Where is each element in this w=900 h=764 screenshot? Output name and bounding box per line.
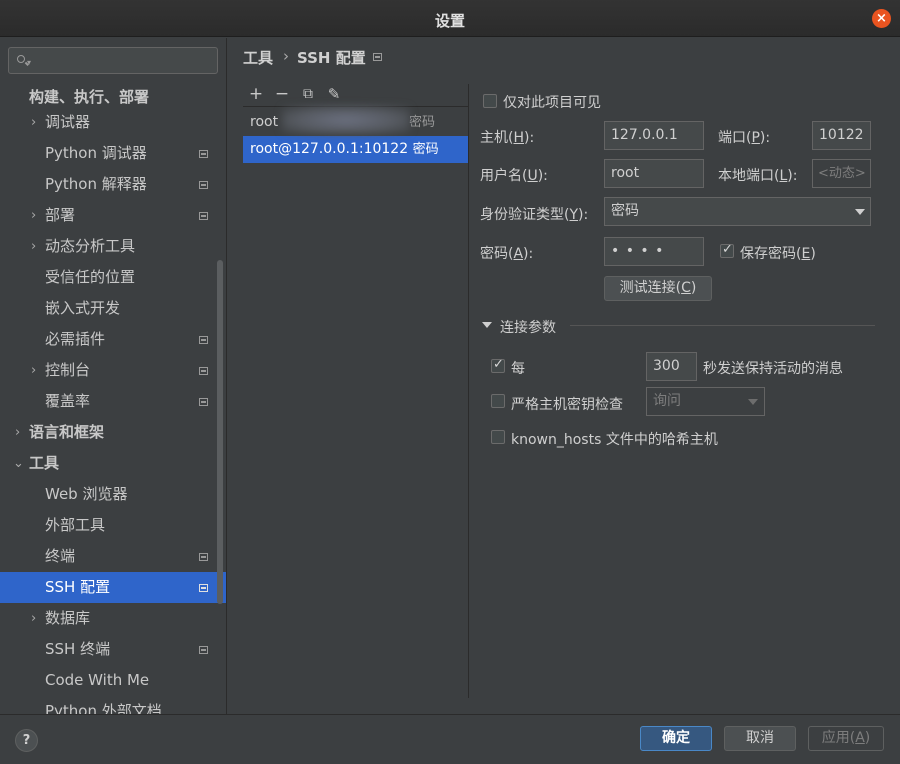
chevron-right-icon: › — [31, 115, 37, 130]
connection-section-title[interactable]: 连接参数 — [500, 317, 556, 337]
chevron-right-icon: › — [15, 425, 21, 440]
strict-host-key-label: 严格主机密钥检查 — [511, 397, 623, 413]
project-scope-icon — [199, 646, 208, 654]
help-button[interactable]: ? — [15, 729, 38, 752]
sidebar-item-python-interpreter[interactable]: Python 解释器 — [0, 169, 226, 200]
auth-type-select[interactable]: 密码 — [604, 197, 871, 226]
chevron-right-icon: › — [31, 208, 37, 223]
sidebar-item-ssh-terminal[interactable]: SSH 终端 — [0, 634, 226, 665]
sidebar-item-coverage[interactable]: 覆盖率 — [0, 386, 226, 417]
panel-divider — [468, 84, 469, 698]
local-port-input[interactable]: <动态> — [812, 159, 871, 188]
project-scope-icon — [199, 212, 208, 220]
sidebar-scrollbar[interactable] — [217, 260, 223, 604]
test-connection-button[interactable]: 测试连接(C) — [604, 276, 712, 301]
search-input[interactable]: ▾ — [8, 47, 218, 74]
strict-host-key-checkbox[interactable] — [491, 394, 505, 408]
project-only-checkbox[interactable] — [483, 94, 497, 108]
project-scope-icon — [199, 553, 208, 561]
remove-icon[interactable]: − — [272, 84, 292, 104]
username-label: 用户名(U): — [480, 168, 548, 184]
apply-button[interactable]: 应用(A) — [808, 726, 884, 751]
ok-button[interactable]: 确定 — [640, 726, 712, 751]
sidebar-item-ssh-config[interactable]: SSH 配置 — [0, 572, 226, 603]
save-password-checkbox[interactable] — [720, 242, 734, 258]
hash-known-hosts-label: known_hosts 文件中的哈希主机 — [511, 432, 718, 448]
sidebar-item-code-with-me[interactable]: Code With Me — [0, 665, 226, 696]
chevron-right-icon: › — [31, 611, 37, 626]
chevron-right-icon: › — [31, 363, 37, 378]
port-label: 端口(P): — [718, 130, 771, 146]
window-title: 设置 — [434, 12, 465, 30]
sidebar-item-database[interactable]: › 数据库 — [0, 603, 226, 634]
keepalive-interval-input[interactable]: 300 — [646, 352, 697, 381]
project-scope-icon — [199, 398, 208, 406]
host-label: 主机(H): — [480, 130, 535, 146]
copy-icon[interactable]: ⧉ — [298, 84, 318, 104]
keepalive-suffix: 秒发送保持活动的消息 — [703, 361, 843, 377]
hash-known-hosts-checkbox[interactable] — [491, 430, 505, 444]
breadcrumb-separator: › — [283, 47, 289, 65]
password-label: 密码(A): — [480, 246, 534, 262]
username-input[interactable]: root — [604, 159, 704, 188]
project-only-label: 仅对此项目可见 — [503, 95, 601, 111]
section-divider — [570, 325, 875, 326]
cancel-button[interactable]: 取消 — [724, 726, 796, 751]
redacted-host-blur — [282, 106, 410, 134]
project-scope-icon — [199, 150, 208, 158]
host-input[interactable]: 127.0.0.1 — [604, 121, 704, 150]
project-scope-icon — [199, 336, 208, 344]
host-item-selected[interactable]: root@127.0.0.1:10122 密码 — [243, 136, 468, 163]
sidebar-item-external-tools[interactable]: 外部工具 — [0, 510, 226, 541]
sidebar-item-trusted-locations[interactable]: 受信任的位置 — [0, 262, 226, 293]
keepalive-checkbox[interactable] — [491, 357, 505, 373]
close-icon[interactable]: × — [872, 9, 891, 28]
auth-type-label: 身份验证类型(Y): — [480, 207, 589, 223]
title-bar: 设置 × — [0, 0, 900, 37]
sidebar-item-debugger[interactable]: › 调试器 — [0, 107, 226, 138]
project-scope-icon — [199, 584, 208, 592]
sidebar-section-tools[interactable]: ⌄ 工具 — [0, 448, 226, 479]
sidebar-item-required-plugins[interactable]: 必需插件 — [0, 324, 226, 355]
sidebar-item-dynamic-analysis[interactable]: › 动态分析工具 — [0, 231, 226, 262]
sidebar-item-console[interactable]: › 控制台 — [0, 355, 226, 386]
strict-host-key-select[interactable]: 询问 — [646, 387, 765, 416]
sidebar-item-terminal[interactable]: 终端 — [0, 541, 226, 572]
project-scope-icon — [199, 181, 208, 189]
breadcrumb-parent: 工具 — [243, 49, 274, 67]
project-scope-icon — [373, 53, 382, 61]
sidebar-item-python-docs[interactable]: Python 外部文档 — [0, 696, 226, 714]
sidebar-item-python-debugger[interactable]: Python 调试器 — [0, 138, 226, 169]
dialog-footer: ? 确定 取消 应用(A) — [0, 714, 900, 764]
local-port-label: 本地端口(L): — [718, 168, 798, 184]
edit-icon[interactable]: ✎ — [324, 84, 344, 104]
sidebar-section-languages[interactable]: › 语言和框架 — [0, 417, 226, 448]
save-password-label: 保存密码(E) — [740, 246, 816, 262]
keepalive-prefix: 每 — [511, 361, 525, 377]
breadcrumb-current: SSH 配置 — [297, 49, 366, 67]
add-icon[interactable]: + — [246, 84, 266, 104]
password-input[interactable]: • • • • — [604, 237, 704, 266]
chevron-down-icon — [748, 399, 758, 405]
search-icon: ▾ — [14, 52, 31, 68]
chevron-down-icon: ⌄ — [13, 456, 24, 471]
ssh-host-list: root 密码 root@127.0.0.1:10122 密码 — [243, 106, 468, 698]
project-scope-icon — [199, 367, 208, 375]
chevron-right-icon: › — [31, 239, 37, 254]
chevron-down-icon — [855, 209, 865, 215]
port-input[interactable]: 10122 — [812, 121, 871, 150]
sidebar-item-embedded[interactable]: 嵌入式开发 — [0, 293, 226, 324]
chevron-down-icon[interactable] — [482, 322, 492, 328]
sidebar-item-web-browsers[interactable]: Web 浏览器 — [0, 479, 226, 510]
sidebar-item-deployment[interactable]: › 部署 — [0, 200, 226, 231]
settings-sidebar: ▾ 构建、执行、部署 › 调试器 Python 调试器 Python 解释器 ›… — [0, 38, 227, 714]
